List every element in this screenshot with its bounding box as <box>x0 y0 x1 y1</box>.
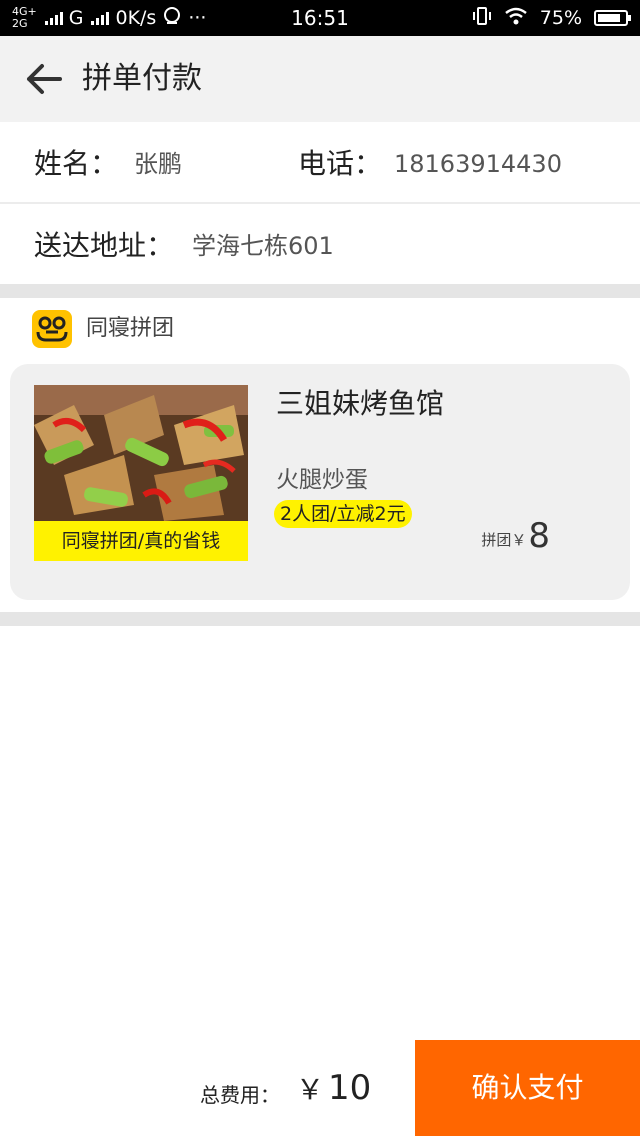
wifi-icon <box>504 6 528 31</box>
battery-percent: 75% <box>539 7 582 29</box>
phone-label: 电话： <box>298 147 383 180</box>
battery-icon <box>594 10 631 26</box>
address-label: 送达地址： <box>34 229 175 262</box>
back-arrow-icon[interactable] <box>24 62 64 96</box>
address-row: 送达地址： 学海七栋601 <box>0 206 640 286</box>
promo-badge: 2人团/立减2元 <box>274 500 412 528</box>
section-divider <box>0 284 640 298</box>
price-value: 8 <box>528 516 550 556</box>
address-value: 学海七栋601 <box>192 232 334 260</box>
name-label: 姓名： <box>34 147 119 180</box>
vibrate-icon <box>472 6 492 31</box>
status-right: 75% <box>472 0 631 36</box>
phone-value: 18163914430 <box>394 150 562 178</box>
food-image: 同寝拼团/真的省钱 <box>34 385 248 561</box>
group-logo-icon <box>32 310 72 348</box>
total-label: 总费用： <box>200 1082 280 1107</box>
shop-name: 三姐妹烤鱼馆 <box>276 387 445 420</box>
order-card[interactable]: 同寝拼团/真的省钱 三姐妹烤鱼馆 火腿炒蛋 2人团/立减2元 拼团￥ 8 <box>10 364 630 600</box>
app-header: 拼单付款 <box>0 36 640 122</box>
image-caption: 同寝拼团/真的省钱 <box>34 521 248 561</box>
group-header: 同寝拼团 <box>0 298 640 360</box>
dish-name: 火腿炒蛋 <box>276 467 368 493</box>
confirm-pay-button[interactable]: 确认支付 <box>415 1040 640 1136</box>
price-label: 拼团￥ <box>481 531 527 549</box>
section-divider-2 <box>0 612 640 626</box>
currency-symbol: ￥ <box>296 1073 325 1106</box>
contact-row: 姓名： 张鹏 电话： 18163914430 <box>0 124 640 204</box>
total-value: 10 <box>328 1068 372 1108</box>
name-value: 张鹏 <box>134 150 182 178</box>
group-price: 拼团￥ 8 <box>481 514 550 556</box>
group-name: 同寝拼团 <box>86 316 175 341</box>
status-bar: 4G+ 2G G 0K/s ··· 16:51 75% <box>0 0 640 36</box>
total-summary: 总费用： ￥ 10 <box>200 1040 371 1136</box>
page-title: 拼单付款 <box>82 61 202 96</box>
